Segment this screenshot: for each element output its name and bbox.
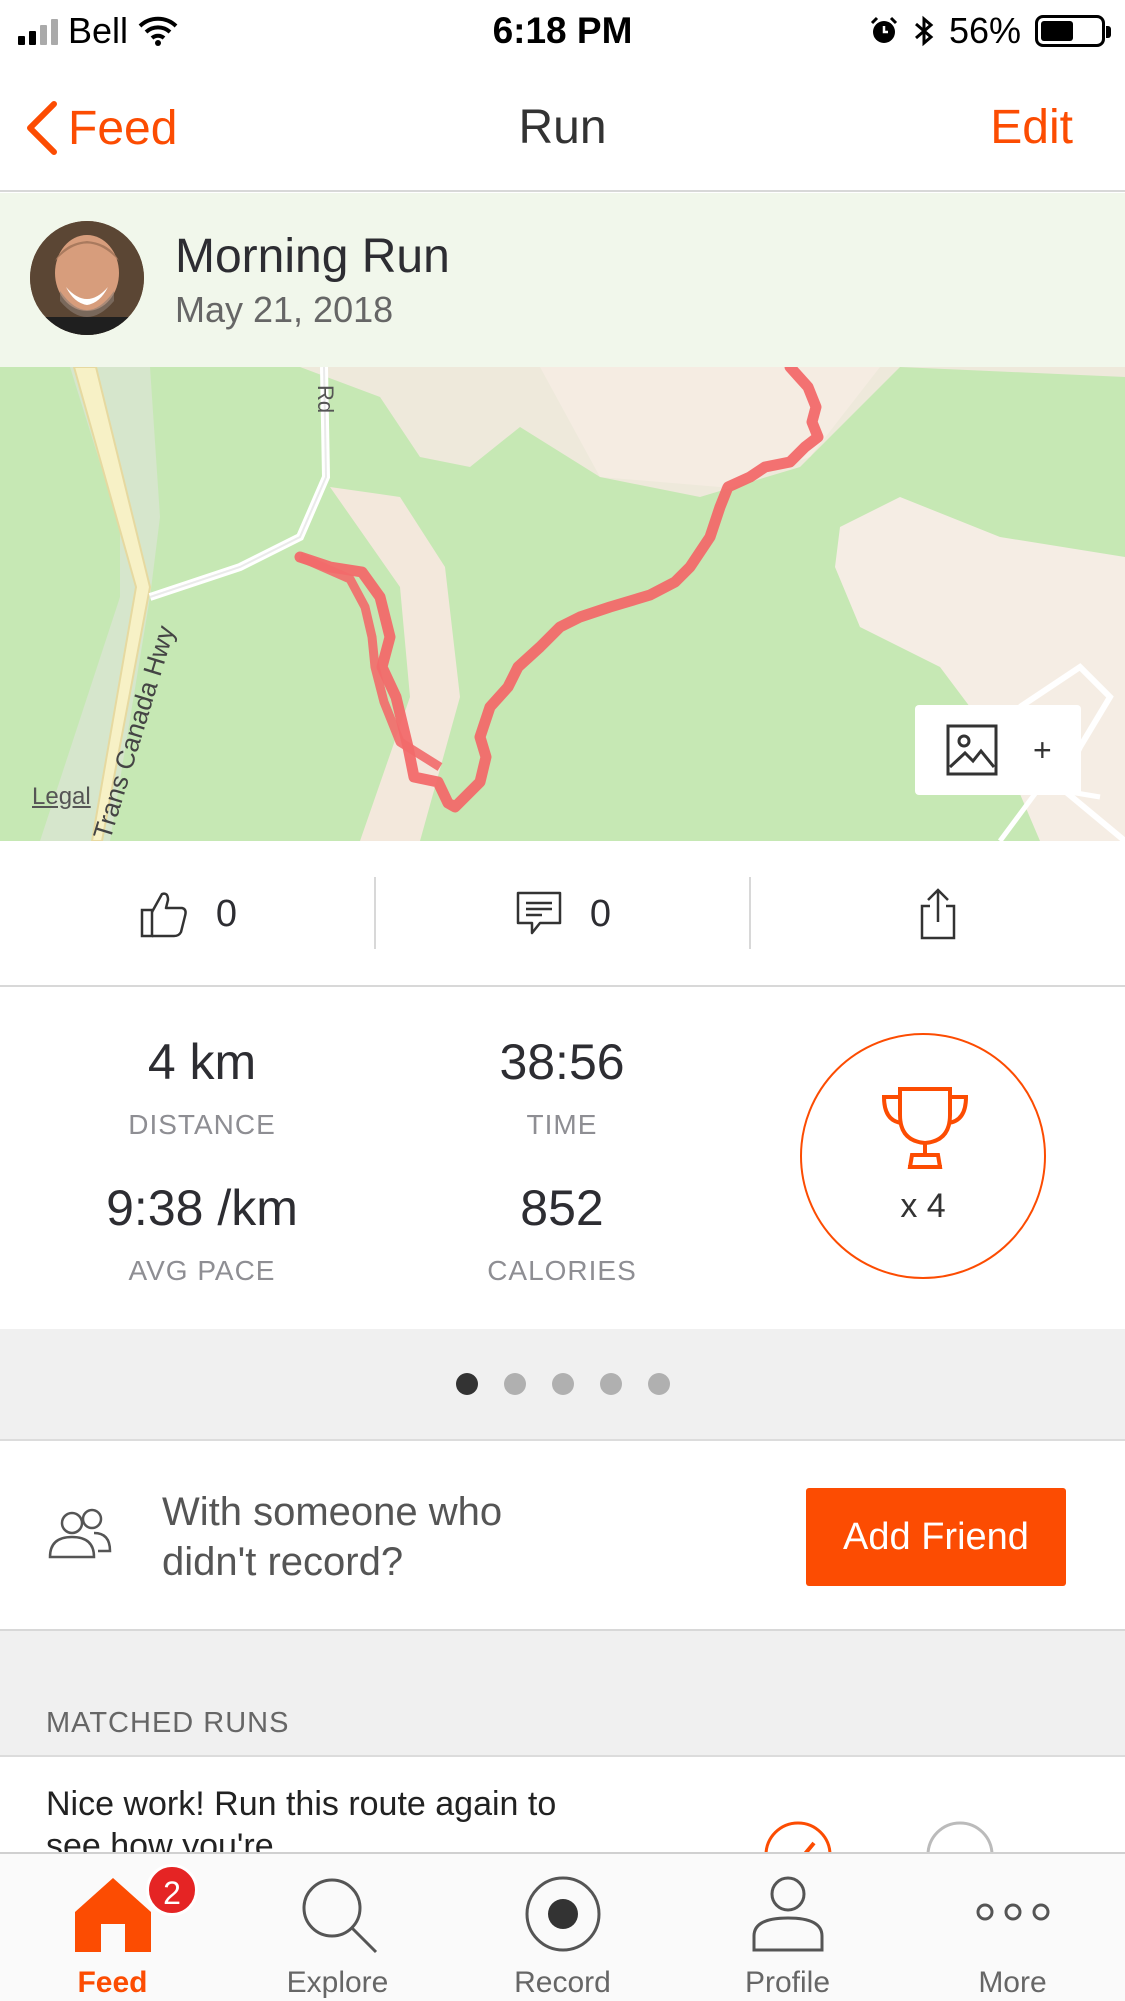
home-icon	[74, 1878, 151, 1952]
matched-runs-card[interactable]: Nice work! Run this route again to see h…	[0, 1757, 1125, 1857]
more-icon	[976, 1903, 1049, 1921]
add-friend-button[interactable]: Add Friend	[806, 1488, 1066, 1586]
add-photo-button[interactable]: +	[915, 705, 1081, 795]
road-label-rd: Rd	[313, 385, 338, 413]
achievements-count: x 4	[900, 1187, 946, 1225]
stat-time: 38:56 TIME	[402, 1033, 722, 1141]
matched-runs-header: MATCHED RUNS	[0, 1631, 1125, 1757]
tab-profile[interactable]: Profile	[675, 1854, 900, 2001]
navigation-bar: Feed Run Edit	[0, 64, 1125, 192]
tab-explore[interactable]: Explore	[225, 1854, 450, 2001]
battery-percent: 56%	[948, 10, 1021, 51]
back-label: Feed	[68, 101, 178, 155]
add-friend-row: With someone who didn't record? Add Frie…	[0, 1441, 1125, 1631]
tab-record[interactable]: Record	[450, 1854, 675, 2001]
comment-count: 0	[589, 892, 612, 935]
comment-button[interactable]: 0	[375, 841, 750, 987]
battery-icon	[1035, 15, 1111, 47]
trophy-icon	[881, 1087, 969, 1169]
kudos-button[interactable]: 0	[0, 841, 375, 987]
image-icon	[946, 724, 998, 776]
distance-label: DISTANCE	[128, 1109, 276, 1140]
page-dot[interactable]	[503, 1373, 526, 1395]
tab-profile-label: Profile	[744, 1966, 831, 1999]
share-icon	[920, 888, 955, 940]
activity-stats[interactable]: 4 km DISTANCE 38:56 TIME 9:38 /km AVG PA…	[0, 987, 1125, 1329]
tab-feed-label: Feed	[77, 1966, 148, 1999]
social-actions: 0 0	[0, 841, 1125, 987]
back-button[interactable]: Feed	[24, 100, 177, 156]
alarm-icon	[870, 16, 897, 43]
chevron-left-icon	[27, 101, 57, 155]
achievements-button[interactable]: x 4	[800, 1033, 1046, 1279]
calories-label: CALORIES	[487, 1255, 637, 1286]
time-value: 38:56	[499, 1034, 625, 1090]
profile-icon	[752, 1876, 823, 1952]
edit-button[interactable]: Edit	[990, 100, 1073, 155]
route-map[interactable]: Trans Canada Hwy Rd Legal +	[0, 367, 1125, 841]
tab-bar: 2 Feed Explore Record Profile More	[0, 1852, 1125, 2001]
stat-pace: 9:38 /km AVG PACE	[42, 1179, 362, 1287]
activity-header: Morning Run May 21, 2018	[0, 193, 1125, 367]
page-dot[interactable]	[455, 1373, 478, 1395]
page-dot[interactable]	[647, 1373, 670, 1395]
thumbs-up-icon	[140, 892, 187, 938]
tab-more[interactable]: More	[900, 1854, 1125, 2001]
battery-fill	[1041, 21, 1074, 41]
record-icon	[525, 1876, 600, 1952]
activity-title: Morning Run	[175, 230, 450, 283]
comment-icon	[516, 891, 562, 935]
tab-feed[interactable]: 2 Feed	[0, 1854, 225, 2001]
tab-more-label: More	[978, 1966, 1047, 1999]
matched-runs-title: MATCHED RUNS	[46, 1707, 290, 1739]
page-dot[interactable]	[551, 1373, 574, 1395]
stat-distance: 4 km DISTANCE	[42, 1033, 362, 1141]
pace-label: AVG PACE	[128, 1255, 276, 1286]
add-friend-question: With someone who didn't record?	[162, 1490, 503, 1584]
share-button[interactable]	[750, 841, 1125, 987]
status-right: 56%	[869, 10, 1111, 52]
status-bar: Bell 6:18 PM 56%	[0, 0, 1125, 64]
tab-explore-label: Explore	[286, 1966, 389, 1999]
kudos-count: 0	[215, 892, 238, 935]
page-dot[interactable]	[599, 1373, 622, 1395]
notification-badge: 2	[146, 1864, 198, 1916]
distance-value: 4 km	[147, 1034, 257, 1090]
group-icon	[48, 1508, 112, 1559]
stat-calories: 852 CALORIES	[402, 1179, 722, 1287]
activity-date: May 21, 2018	[175, 289, 394, 330]
calories-value: 852	[520, 1180, 604, 1236]
map-legal-link[interactable]: Legal	[32, 783, 91, 811]
time-label: TIME	[526, 1109, 598, 1140]
bluetooth-icon	[914, 15, 934, 47]
matched-progress-icon	[764, 1821, 994, 1857]
pace-value: 9:38 /km	[106, 1180, 298, 1236]
page-indicator[interactable]	[0, 1329, 1125, 1441]
tab-record-label: Record	[514, 1966, 611, 1999]
add-photo-plus: +	[1033, 731, 1052, 768]
search-icon	[302, 1878, 377, 1954]
avatar[interactable]	[30, 221, 144, 335]
matched-runs-text: Nice work! Run this route again to see h…	[46, 1785, 557, 1857]
